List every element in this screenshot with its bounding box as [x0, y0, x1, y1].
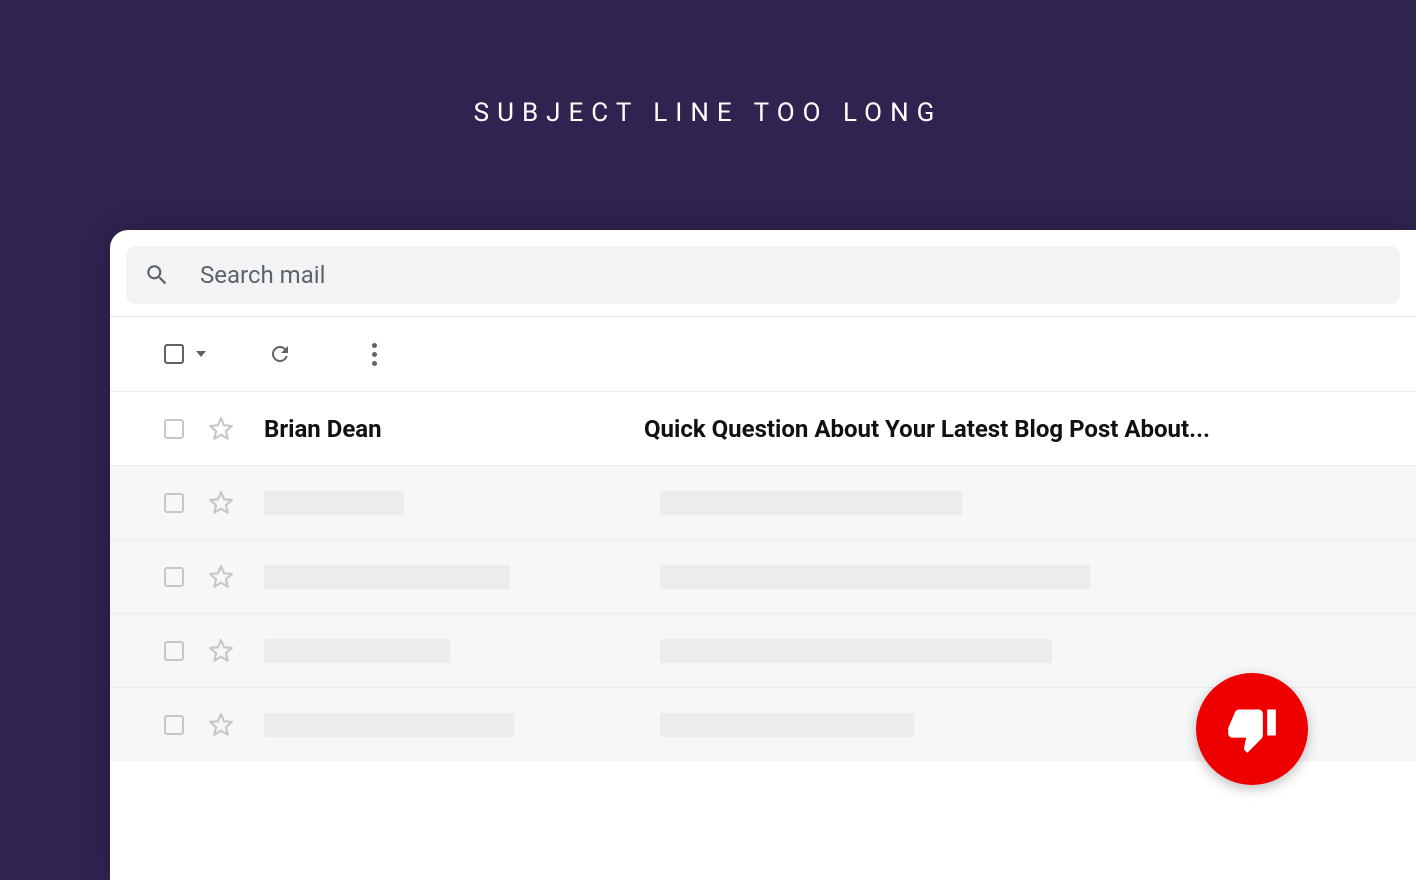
- star-outline-icon: [208, 564, 234, 590]
- checkbox-icon: [162, 342, 186, 366]
- row-star[interactable]: [208, 564, 248, 590]
- message-row-placeholder: [110, 613, 1416, 687]
- checkbox-icon: [162, 565, 186, 589]
- star-outline-icon: [208, 638, 234, 664]
- row-checkbox[interactable]: [162, 713, 190, 737]
- message-subject: Quick Question About Your Latest Blog Po…: [644, 415, 1210, 443]
- select-all-checkbox[interactable]: [162, 342, 206, 366]
- message-row[interactable]: Brian Dean Quick Question About Your Lat…: [110, 391, 1416, 465]
- thumbs-down-icon: [1226, 703, 1278, 755]
- placeholder-sender: [264, 565, 510, 589]
- row-checkbox[interactable]: [162, 417, 190, 441]
- row-star[interactable]: [208, 712, 248, 738]
- more-button[interactable]: [354, 334, 394, 374]
- search-bar-container: [110, 230, 1416, 316]
- placeholder-sender: [264, 491, 404, 515]
- message-sender: Brian Dean: [264, 415, 644, 443]
- placeholder-subject: [660, 713, 914, 737]
- checkbox-icon: [162, 713, 186, 737]
- placeholder-subject: [660, 639, 1052, 663]
- refresh-icon: [268, 342, 292, 366]
- refresh-button[interactable]: [260, 334, 300, 374]
- checkbox-icon: [162, 417, 186, 441]
- star-outline-icon: [208, 416, 234, 442]
- star-outline-icon: [208, 712, 234, 738]
- mail-window: Brian Dean Quick Question About Your Lat…: [110, 230, 1416, 880]
- search-bar[interactable]: [126, 246, 1400, 304]
- checkbox-icon: [162, 639, 186, 663]
- star-outline-icon: [208, 490, 234, 516]
- row-star[interactable]: [208, 490, 248, 516]
- message-row-placeholder: [110, 465, 1416, 539]
- page-heading: SUBJECT LINE TOO LONG: [0, 98, 1416, 128]
- search-icon: [144, 262, 170, 288]
- placeholder-subject: [660, 565, 1090, 589]
- placeholder-sender: [264, 639, 450, 663]
- more-vertical-icon: [372, 343, 377, 348]
- row-checkbox[interactable]: [162, 565, 190, 589]
- placeholder-subject: [660, 491, 962, 515]
- row-checkbox[interactable]: [162, 491, 190, 515]
- row-star[interactable]: [208, 638, 248, 664]
- chevron-down-icon: [196, 351, 206, 357]
- message-row-placeholder: [110, 539, 1416, 613]
- toolbar: [110, 317, 1416, 391]
- verdict-badge: [1196, 673, 1308, 785]
- placeholder-sender: [264, 713, 514, 737]
- search-input[interactable]: [200, 261, 1382, 289]
- row-star[interactable]: [208, 416, 248, 442]
- row-checkbox[interactable]: [162, 639, 190, 663]
- checkbox-icon: [162, 491, 186, 515]
